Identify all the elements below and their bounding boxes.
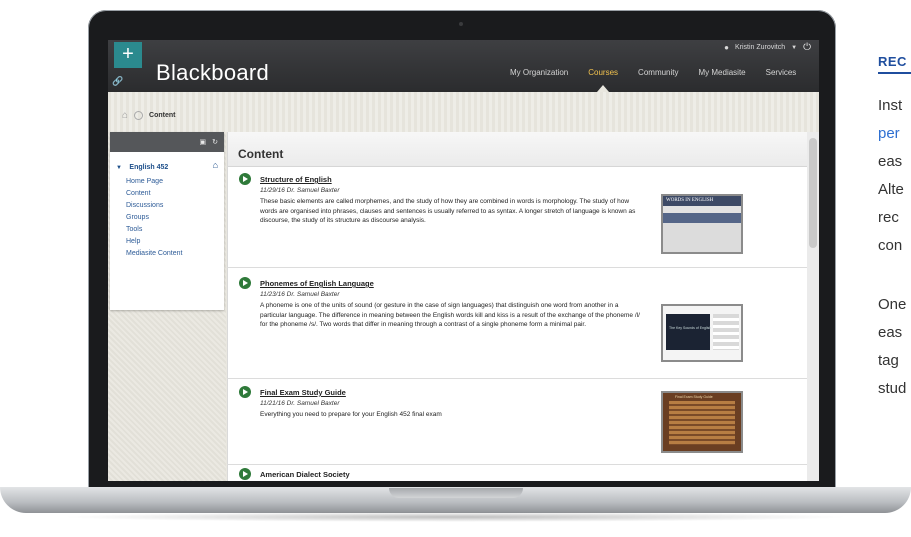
course-menu-toolbar: ▣ ↻	[110, 132, 224, 152]
content-item: Phonemes of English Language 11/23/16 Dr…	[227, 268, 807, 379]
blackboard-header: + 🔗 Blackboard ● Kristin Zurovitch ▼ ⏻ M…	[108, 40, 819, 92]
course-title-row[interactable]: ▼ English 452 ⌂	[110, 152, 224, 176]
webcam	[459, 22, 463, 26]
marketing-line: stud	[878, 380, 907, 397]
marketing-line: Inst	[878, 97, 903, 114]
sidebar-item-tools[interactable]: Tools	[126, 224, 224, 236]
sidebar-item-groups[interactable]: Groups	[126, 212, 224, 224]
item-thumbnail[interactable]: Final Exam Study Guide	[661, 391, 743, 453]
content-header	[228, 132, 808, 167]
marketing-copy: REC Inst per eas Alte rec con One eas ta…	[878, 0, 911, 537]
item-title[interactable]: American Dialect Society	[260, 470, 350, 479]
item-meta: 11/21/16 Dr. Samuel Baxter	[260, 400, 340, 407]
course-home-icon[interactable]: ⌂	[213, 160, 218, 170]
laptop-screen: + 🔗 Blackboard ● Kristin Zurovitch ▼ ⏻ M…	[108, 40, 819, 481]
item-description: Everything you need to prepare for your …	[260, 411, 442, 418]
nav-my-organization[interactable]: My Organization	[510, 68, 568, 77]
nav-my-mediasite[interactable]: My Mediasite	[699, 68, 746, 77]
scrollbar-thumb[interactable]	[809, 138, 817, 248]
content-item: Final Exam Study Guide 11/21/16 Dr. Samu…	[227, 379, 807, 465]
brand-logo[interactable]: Blackboard	[156, 60, 269, 86]
collapse-caret-icon[interactable]: ▼	[116, 165, 122, 171]
breadcrumb-separator-icon	[134, 111, 144, 120]
course-name[interactable]: English 452	[129, 164, 168, 171]
item-description: These basic elements are called morpheme…	[260, 198, 636, 224]
marketing-line: con	[878, 237, 903, 254]
play-icon[interactable]	[239, 386, 251, 398]
play-icon[interactable]	[239, 277, 251, 289]
marketing-line: eas	[878, 153, 903, 170]
sidebar-item-discussions[interactable]: Discussions	[126, 200, 224, 212]
video-preview	[666, 314, 710, 350]
sidebar-item-mediasite-content[interactable]: Mediasite Content	[126, 248, 224, 260]
course-menu-list: Home Page Content Discussions Groups Too…	[110, 176, 224, 260]
page-title: Content	[238, 147, 284, 161]
sidebar-item-content[interactable]: Content	[126, 188, 224, 200]
play-icon[interactable]	[239, 468, 251, 480]
heading-underline	[878, 72, 911, 74]
item-title[interactable]: Phonemes of English Language	[260, 279, 374, 288]
home-icon[interactable]: ⌂	[122, 110, 128, 121]
user-name[interactable]: Kristin Zurovitch	[735, 44, 785, 51]
content-item: Structure of English 11/29/16 Dr. Samuel…	[227, 167, 807, 268]
sidebar-item-help[interactable]: Help	[126, 236, 224, 248]
user-icon: ●	[724, 43, 729, 52]
marketing-link[interactable]: per	[878, 120, 900, 148]
nav-courses[interactable]: Courses	[588, 68, 618, 77]
item-title[interactable]: Final Exam Study Guide	[260, 388, 346, 397]
sidebar-item-home-page[interactable]: Home Page	[126, 176, 224, 188]
breadcrumb-current: Content	[149, 112, 176, 119]
nav-services[interactable]: Services	[766, 68, 797, 77]
laptop-notch	[389, 488, 523, 498]
active-nav-pointer	[597, 85, 609, 92]
marketing-line: rec	[878, 209, 899, 226]
play-icon[interactable]	[239, 173, 251, 185]
content-item: American Dialect Society	[227, 466, 807, 481]
thumbnail-caption: Final Exam Study Guide	[675, 395, 713, 399]
item-description: A phoneme is one of the units of sound (…	[260, 302, 640, 328]
item-title[interactable]: Structure of English	[260, 175, 332, 184]
refresh-icon[interactable]: ↻	[212, 138, 218, 146]
thumbnail-caption: The Key Sounds of English	[669, 326, 712, 330]
study-guide-preview	[669, 401, 735, 445]
marketing-line: tag	[878, 352, 899, 369]
power-icon[interactable]: ⏻	[803, 42, 811, 53]
user-menu[interactable]: ● Kristin Zurovitch ▼ ⏻	[724, 42, 811, 53]
breadcrumb-bar	[108, 92, 819, 132]
marketing-line: Alte	[878, 181, 904, 198]
link-icon: 🔗	[112, 76, 124, 86]
course-menu: ▣ ↻ ▼ English 452 ⌂ Home Page Content Di…	[110, 132, 224, 310]
nav-community[interactable]: Community	[638, 68, 678, 77]
item-thumbnail[interactable]: WORDS IN ENGLISH	[661, 194, 743, 254]
content-scrollbar[interactable]	[807, 132, 819, 481]
video-sidebar-preview	[713, 314, 739, 350]
add-tile-button[interactable]: +	[114, 42, 142, 68]
breadcrumb: ⌂ Content	[122, 110, 176, 121]
item-meta: 11/29/16 Dr. Samuel Baxter	[260, 187, 340, 194]
marketing-line: One	[878, 296, 907, 313]
thumbnail-caption: WORDS IN ENGLISH	[666, 198, 714, 203]
laptop-shadow	[60, 512, 851, 522]
chevron-down-icon[interactable]: ▼	[791, 45, 797, 51]
folder-view-icon[interactable]: ▣	[200, 138, 207, 146]
marketing-heading: REC	[878, 54, 907, 69]
sidebar-area: ▣ ↻ ▼ English 452 ⌂ Home Page Content Di…	[108, 132, 226, 481]
item-meta: 11/23/16 Dr. Samuel Baxter	[260, 291, 340, 298]
item-thumbnail[interactable]: The Key Sounds of English	[661, 304, 743, 362]
marketing-line: eas	[878, 324, 903, 341]
main-nav: My Organization Courses Community My Med…	[510, 68, 796, 77]
